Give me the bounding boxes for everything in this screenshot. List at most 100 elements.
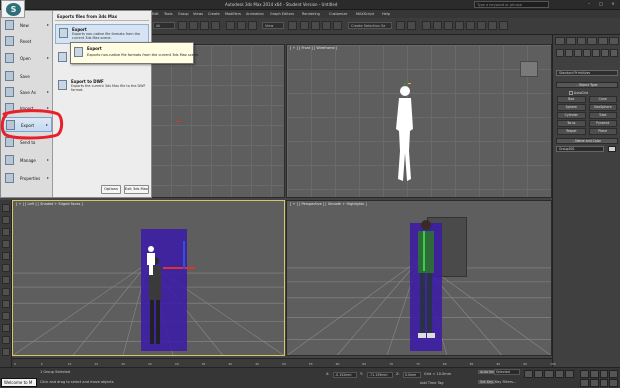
render-setup-icon[interactable] (477, 21, 486, 30)
motion-tab-icon[interactable] (587, 37, 598, 45)
maximize-viewport-icon[interactable] (609, 379, 618, 387)
next-frame-icon[interactable] (554, 370, 564, 378)
mirror-icon[interactable] (396, 21, 405, 30)
create-tab-icon[interactable] (555, 37, 565, 45)
object-type-rollout[interactable]: - Object Type (556, 82, 618, 88)
menu-graph-editors[interactable]: Graph Editors (270, 12, 294, 16)
z-coordinate-field[interactable]: 0.0mm (403, 372, 421, 378)
menu-maxscript[interactable]: MAXScript (356, 12, 374, 16)
selection-filter-dropdown[interactable]: All (153, 22, 175, 29)
set-key-button[interactable]: Set Key (478, 380, 496, 384)
tool-12-icon[interactable] (2, 336, 10, 344)
go-to-start-icon[interactable] (524, 370, 534, 378)
select-object-icon[interactable] (178, 21, 187, 30)
move-gizmo-x-axis[interactable] (163, 267, 195, 269)
field-of-view-icon[interactable] (580, 379, 589, 387)
object-color-swatch[interactable] (608, 146, 616, 152)
search-input[interactable]: Type a keyword or phrase (474, 1, 549, 8)
zoom-all-icon[interactable] (589, 370, 599, 378)
tool-4-icon[interactable] (2, 240, 10, 248)
submenu-export-to-dwf[interactable]: Export to DWF Exports the current 3ds Ma… (55, 77, 149, 99)
menu-item-open[interactable]: Open ▸ (2, 51, 52, 66)
cone-button[interactable]: Cone (588, 96, 617, 103)
select-move-icon[interactable] (226, 21, 235, 30)
cameras-icon[interactable] (583, 49, 591, 57)
menu-item-save-as[interactable]: Save As ▸ (2, 85, 52, 100)
display-tab-icon[interactable] (598, 37, 609, 45)
named-selection-set-dropdown[interactable]: Create Selection Se (348, 22, 392, 29)
space-warps-icon[interactable] (601, 49, 609, 57)
maximize-icon[interactable]: □ (596, 1, 606, 8)
rendered-frame-window-icon[interactable] (488, 21, 497, 30)
x-coordinate-field[interactable]: -0.152mm (333, 372, 357, 378)
viewcube-icon[interactable] (520, 61, 538, 77)
menu-group[interactable]: Group (178, 12, 189, 16)
submenu-export[interactable]: Export Exports non-native file formats f… (55, 24, 149, 44)
tool-7-icon[interactable] (2, 276, 10, 284)
zoom-icon[interactable] (580, 370, 589, 378)
window-crossing-icon[interactable] (211, 21, 220, 30)
key-filters-button[interactable]: Key Filters... (495, 380, 516, 384)
orbit-icon[interactable] (599, 379, 609, 387)
torus-button[interactable]: Torus (557, 120, 586, 127)
menu-help[interactable]: Help (382, 12, 390, 16)
application-button[interactable]: S (1, 0, 25, 18)
go-to-end-icon[interactable] (564, 370, 575, 378)
menu-create[interactable]: Create (208, 12, 220, 16)
pan-icon[interactable] (589, 379, 599, 387)
menu-item-reset[interactable]: Reset (2, 34, 52, 49)
menu-animation[interactable]: Animation (246, 12, 264, 16)
menu-item-save[interactable]: Save (2, 69, 52, 84)
pyramid-button[interactable]: Pyramid (588, 120, 617, 127)
menu-edit[interactable]: Edit (152, 12, 159, 16)
tool-3-icon[interactable] (2, 228, 10, 236)
minimize-icon[interactable]: – (584, 1, 594, 8)
modify-tab-icon[interactable] (565, 37, 576, 45)
viewport-top[interactable] (150, 44, 285, 198)
select-region-icon[interactable] (200, 21, 209, 30)
angle-snap-icon[interactable] (311, 21, 320, 30)
teapot-button[interactable]: Teapot (557, 128, 586, 135)
viewport-perspective[interactable]: [ + ] [ Perspective ] [ Smooth + Highlig… (286, 200, 552, 356)
helpers-icon[interactable] (592, 49, 600, 57)
snap-toggle-icon[interactable] (300, 21, 309, 30)
box-button[interactable]: Box (557, 96, 586, 103)
exit-button[interactable]: Exit 3ds Max (124, 185, 149, 194)
lights-icon[interactable] (574, 49, 582, 57)
viewport-front[interactable]: [ + ] [ Front ] [ Wireframe ] (286, 44, 552, 198)
systems-icon[interactable] (610, 49, 618, 57)
move-gizmo-y-axis[interactable] (183, 241, 185, 269)
timeline[interactable]: 0 5 10 15 20 25 30 35 40 45 50 55 60 65 70 75 80 85 90 95 10… (12, 358, 556, 367)
previous-frame-icon[interactable] (534, 370, 544, 378)
options-button[interactable]: Options (101, 185, 121, 194)
schematic-view-icon[interactable] (455, 21, 464, 30)
menu-tools[interactable]: Tools (164, 12, 173, 16)
shapes-icon[interactable] (565, 49, 573, 57)
tool-11-icon[interactable] (2, 324, 10, 332)
name-color-rollout[interactable]: - Name and Color (556, 138, 618, 144)
menu-rendering[interactable]: Rendering (302, 12, 320, 16)
layer-manager-icon[interactable] (422, 21, 431, 30)
menu-views[interactable]: Views (193, 12, 203, 16)
tool-8-icon[interactable] (2, 288, 10, 296)
tool-2-icon[interactable] (2, 216, 10, 224)
hierarchy-tab-icon[interactable] (576, 37, 587, 45)
maxscript-listener-input[interactable]: Welcome to M (1, 378, 37, 387)
play-icon[interactable] (544, 370, 554, 378)
align-icon[interactable] (407, 21, 416, 30)
y-coordinate-field[interactable]: -71.159mm (367, 372, 393, 378)
tool-6-icon[interactable] (2, 264, 10, 272)
geosphere-button[interactable]: GeoSphere (588, 104, 617, 111)
sphere-button[interactable]: Sphere (557, 104, 586, 111)
material-editor-icon[interactable] (466, 21, 475, 30)
reference-coordinate-dropdown[interactable]: View (262, 22, 284, 29)
tool-9-icon[interactable] (2, 300, 10, 308)
tool-1-icon[interactable] (2, 204, 10, 212)
select-scale-icon[interactable] (248, 21, 257, 30)
viewport-left[interactable]: [ + ] [ Left ] [ Shaded + Edged Faces ] (12, 200, 285, 356)
geometry-icon[interactable] (556, 49, 564, 57)
utilities-tab-icon[interactable] (609, 37, 619, 45)
character-silhouette[interactable] (393, 81, 417, 185)
graphite-toggle-icon[interactable] (433, 21, 442, 30)
menu-customize[interactable]: Customize (329, 12, 347, 16)
